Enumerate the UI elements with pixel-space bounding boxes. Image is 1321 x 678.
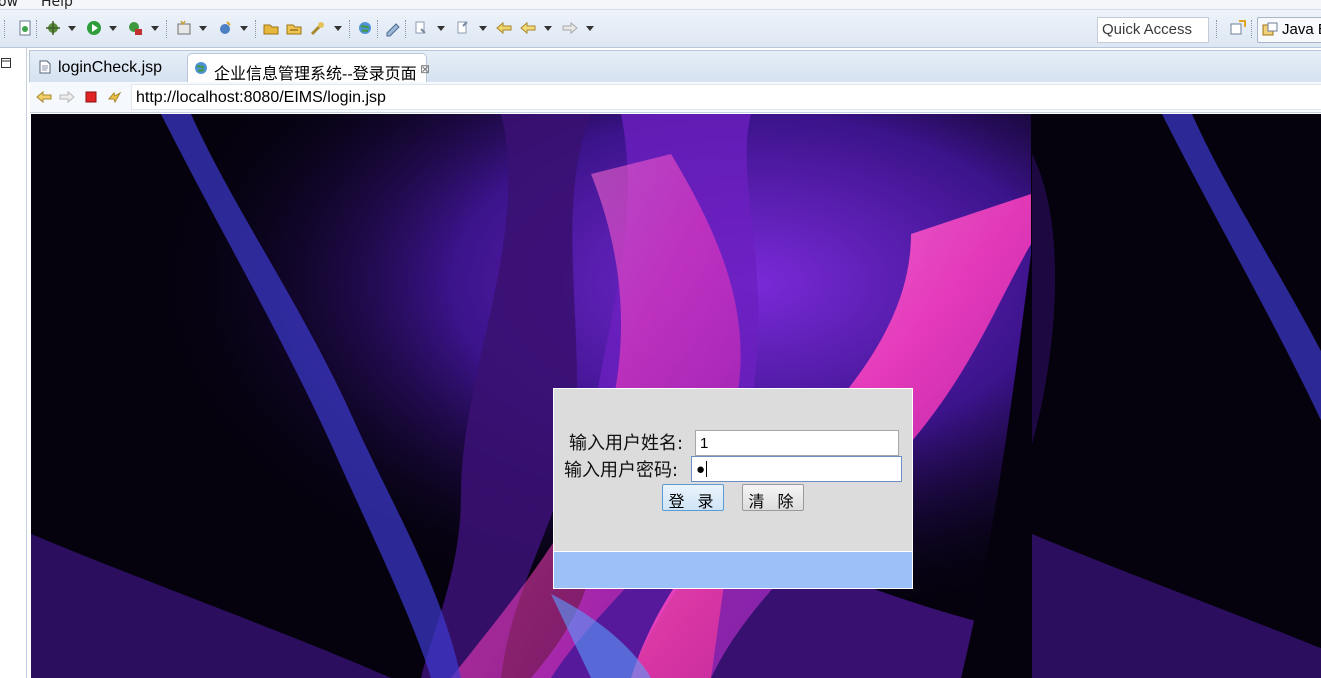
java-ee-perspective-button[interactable]: Java E bbox=[1257, 17, 1321, 43]
jsp-file-icon bbox=[38, 60, 52, 74]
search-dropdown-icon[interactable] bbox=[334, 26, 342, 31]
back-arrow-icon[interactable] bbox=[36, 89, 52, 105]
search-icon[interactable] bbox=[309, 19, 327, 37]
login-button[interactable]: 登 录 bbox=[662, 484, 724, 511]
tab-login-check-jsp[interactable]: loginCheck.jsp bbox=[32, 53, 182, 83]
toolbar-separator bbox=[1216, 20, 1217, 38]
tab-label: loginCheck.jsp bbox=[58, 59, 163, 76]
external-tools-dropdown-icon[interactable] bbox=[151, 26, 159, 31]
url-input[interactable]: http://localhost:8080/EIMS/login.jsp bbox=[131, 84, 1321, 110]
previous-annotation-dropdown-icon[interactable] bbox=[479, 26, 487, 31]
run-icon[interactable] bbox=[85, 19, 103, 37]
open-resource-icon[interactable] bbox=[285, 19, 303, 37]
menu-item-help[interactable]: Help bbox=[41, 0, 73, 9]
web-browser-icon[interactable] bbox=[356, 19, 374, 37]
main-toolbar: Quick Access Java E bbox=[0, 10, 1321, 48]
background-image-repeat bbox=[1032, 114, 1321, 678]
external-tools-icon[interactable] bbox=[126, 19, 144, 37]
panel-footer bbox=[554, 551, 912, 588]
globe-icon bbox=[194, 61, 208, 75]
toolbar-separator bbox=[349, 20, 350, 38]
refresh-icon[interactable] bbox=[106, 89, 122, 105]
browser-navigation-bar: http://localhost:8080/EIMS/login.jsp bbox=[30, 82, 1321, 113]
toolbar-separator bbox=[377, 20, 378, 38]
forward-icon[interactable] bbox=[561, 19, 579, 37]
text-caret bbox=[706, 461, 708, 477]
back-dropdown-icon[interactable] bbox=[544, 26, 552, 31]
password-mask: ● bbox=[696, 461, 706, 478]
new-file-icon[interactable] bbox=[16, 19, 34, 37]
password-input[interactable]: ● bbox=[691, 456, 902, 482]
new-wizard-dropdown-icon[interactable] bbox=[240, 26, 248, 31]
next-annotation-icon[interactable] bbox=[412, 19, 430, 37]
next-annotation-dropdown-icon[interactable] bbox=[437, 26, 445, 31]
minimized-view-strip bbox=[0, 48, 27, 678]
new-server-icon[interactable] bbox=[175, 19, 193, 37]
forward-arrow-icon[interactable] bbox=[59, 89, 75, 105]
editor-tab-bar: loginCheck.jsp 企业信息管理系统--登录页面 ⊠ bbox=[29, 50, 1321, 83]
quick-access-field[interactable]: Quick Access bbox=[1097, 17, 1209, 43]
menu-bar: ow Help bbox=[0, 0, 1321, 10]
back-icon[interactable] bbox=[519, 19, 537, 37]
debug-dropdown-icon[interactable] bbox=[68, 26, 76, 31]
toolbar-separator bbox=[255, 20, 256, 38]
toggle-annotation-icon[interactable] bbox=[384, 19, 402, 37]
password-label: 输入用户密码: bbox=[564, 460, 679, 481]
toolbar-separator bbox=[166, 20, 167, 38]
open-perspective-icon[interactable] bbox=[1229, 19, 1247, 37]
java-ee-perspective-icon bbox=[1262, 22, 1278, 38]
run-dropdown-icon[interactable] bbox=[109, 26, 117, 31]
toolbar-separator bbox=[1251, 20, 1252, 38]
toolbar-separator bbox=[36, 20, 37, 38]
tab-login-page[interactable]: 企业信息管理系统--登录页面 ⊠ bbox=[187, 53, 430, 83]
close-tab-icon[interactable]: ⊠ bbox=[420, 62, 430, 76]
new-wizard-icon[interactable] bbox=[216, 19, 234, 37]
username-input[interactable]: 1 bbox=[695, 430, 899, 456]
login-form-panel: 输入用户姓名: 1 输入用户密码: ● 登 录 清 除 bbox=[553, 388, 913, 589]
toolbar-separator bbox=[405, 20, 406, 38]
debug-icon[interactable] bbox=[44, 19, 62, 37]
toolbar-separator bbox=[4, 20, 5, 38]
stop-icon[interactable] bbox=[83, 89, 99, 105]
menu-item-window[interactable]: ow bbox=[0, 0, 18, 9]
restore-icon[interactable] bbox=[1, 56, 11, 68]
username-label: 输入用户姓名: bbox=[569, 433, 684, 454]
forward-dropdown-icon[interactable] bbox=[586, 26, 594, 31]
last-edit-location-icon[interactable] bbox=[495, 19, 513, 37]
previous-annotation-icon[interactable] bbox=[454, 19, 472, 37]
new-server-dropdown-icon[interactable] bbox=[199, 26, 207, 31]
open-type-icon[interactable] bbox=[262, 19, 280, 37]
perspective-label: Java E bbox=[1282, 21, 1321, 38]
clear-button[interactable]: 清 除 bbox=[742, 484, 804, 511]
tab-label: 企业信息管理系统--登录页面 bbox=[214, 66, 417, 83]
browser-viewport: 输入用户姓名: 1 输入用户密码: ● 登 录 清 除 bbox=[31, 114, 1321, 678]
